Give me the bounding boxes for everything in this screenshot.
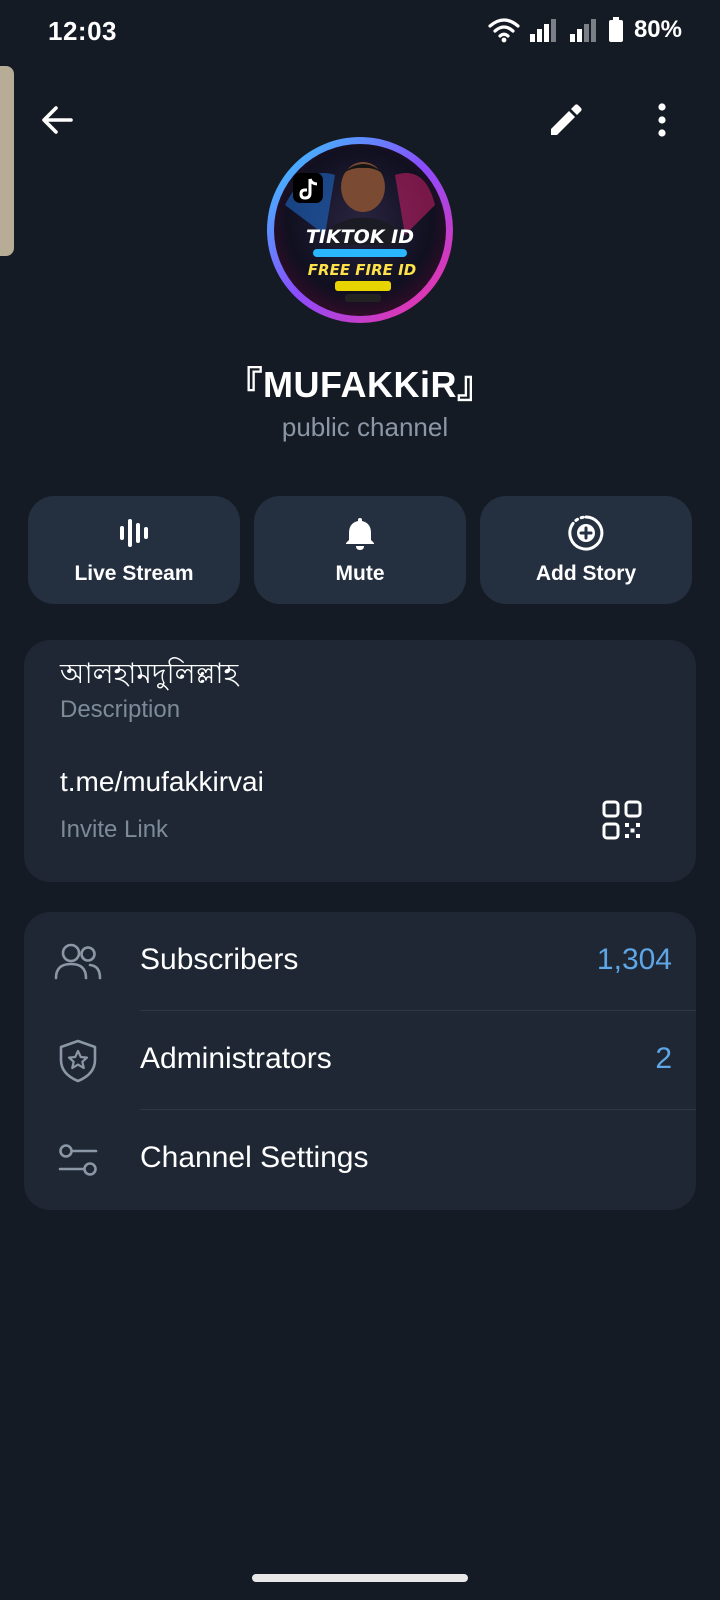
mute-label: Mute: [335, 562, 385, 585]
channel-info-card: আলহামদুলিল্লাহ Description t.me/mufakkir…: [24, 640, 696, 882]
status-time: 12:03: [48, 16, 117, 46]
qr-code-button[interactable]: [594, 792, 650, 848]
channel-info-screen: 12:03 80% TIKTOK ID FREE FIRE ID 『MUFAKK…: [0, 0, 720, 1600]
edit-button[interactable]: [538, 92, 594, 148]
back-button[interactable]: [29, 92, 85, 148]
invite-link-text[interactable]: t.me/mufakkirvai: [60, 766, 264, 798]
qr-code-icon: [602, 800, 642, 840]
subscribers-label: Subscribers: [140, 943, 299, 976]
edge-panel-handle[interactable]: [0, 66, 14, 256]
add-story-label: Add Story: [535, 562, 637, 585]
live-stream-icon: [120, 519, 148, 547]
description-label: Description: [60, 696, 181, 723]
channel-name: 『MUFAKKiR』: [226, 364, 494, 405]
invite-link-label: Invite Link: [60, 816, 169, 843]
more-vertical-icon: [658, 103, 666, 137]
live-stream-button[interactable]: Live Stream: [28, 496, 240, 604]
mute-button[interactable]: Mute: [254, 496, 466, 604]
status-bar: 12:03 80%: [0, 0, 720, 64]
channel-type: public channel: [281, 412, 449, 442]
subscribers-row[interactable]: Subscribers 1,304: [24, 912, 696, 1012]
subscribers-count: 1,304: [596, 943, 672, 976]
avatar-text-tiktok: TIKTOK ID: [306, 226, 414, 248]
wifi-icon: [488, 17, 520, 43]
channel-avatar[interactable]: TIKTOK ID FREE FIRE ID: [265, 135, 455, 325]
channel-settings-card: Subscribers 1,304 Administrators 2 Chann…: [24, 912, 696, 1210]
pencil-icon: [551, 104, 582, 135]
signal-icon: [568, 17, 600, 43]
battery-percent: 80%: [633, 16, 682, 43]
add-story-icon: [568, 515, 604, 551]
battery-icon: [608, 17, 624, 43]
channel-settings-label: Channel Settings: [140, 1141, 369, 1174]
description-text[interactable]: আলহামদুলিল্লাহ: [60, 652, 238, 699]
live-stream-label: Live Stream: [74, 562, 194, 585]
add-story-button[interactable]: Add Story: [480, 496, 692, 604]
administrators-label: Administrators: [140, 1042, 332, 1075]
users-icon: [54, 943, 102, 980]
home-indicator[interactable]: [252, 1574, 468, 1582]
shield-star-icon: [59, 1039, 97, 1083]
signal-icon: [528, 17, 560, 43]
sliders-icon: [58, 1144, 98, 1176]
action-buttons: Live Stream Mute Add Story: [28, 496, 692, 604]
administrators-row[interactable]: Administrators 2: [24, 1011, 696, 1111]
more-options-button[interactable]: [634, 92, 690, 148]
bell-icon: [346, 518, 374, 550]
arrow-left-icon: [42, 106, 73, 134]
status-icons: 80%: [488, 16, 682, 44]
channel-settings-row[interactable]: Channel Settings: [24, 1110, 696, 1210]
avatar-text-freefire: FREE FIRE ID: [308, 261, 416, 279]
administrators-count: 2: [655, 1042, 672, 1075]
